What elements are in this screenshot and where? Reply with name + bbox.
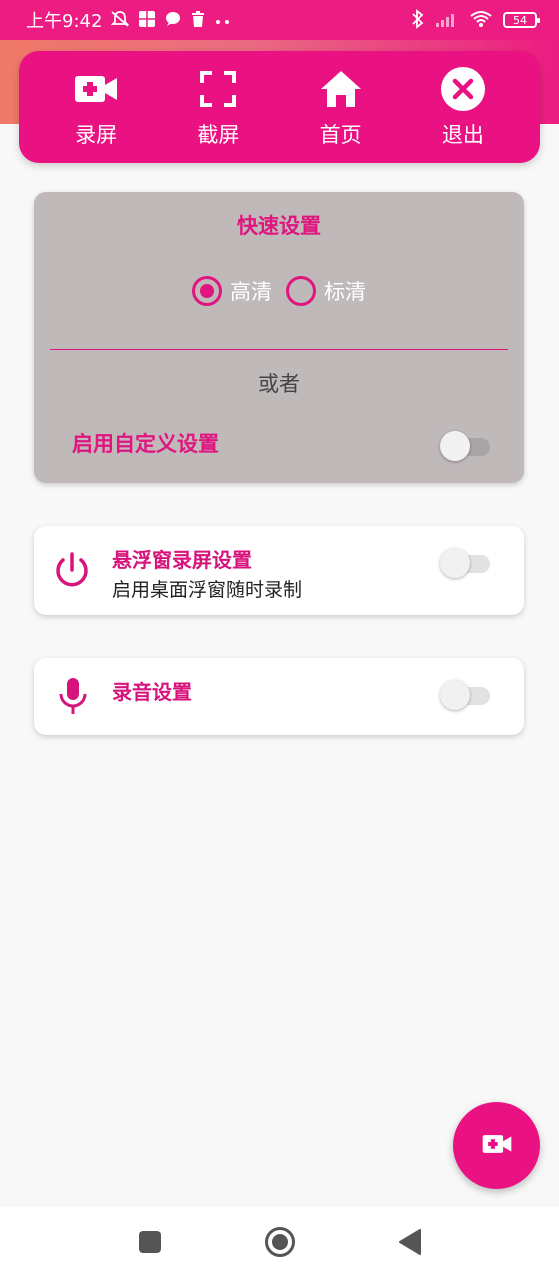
signal-icon [435,10,459,31]
video-add-icon [482,1133,512,1159]
radio-checked-icon [192,276,222,306]
home-circle-icon [264,1226,296,1262]
custom-settings-label: 启用自定义设置 [72,432,219,456]
crop-frame-icon [194,65,242,113]
or-text: 或者 [258,372,300,396]
battery-icon: 54 [503,12,540,28]
home-label: 首页 [319,123,362,147]
system-nav-bar [0,1207,559,1280]
recents-button[interactable] [130,1224,170,1264]
exit-button[interactable]: 退出 [413,65,513,149]
audio-settings-title: 录音设置 [112,680,192,704]
grid-app-icon [138,10,156,31]
record-screen-label: 录屏 [75,123,118,147]
bluetooth-icon [411,8,425,32]
microphone-icon [58,676,88,720]
home-icon [317,65,365,113]
status-bar: 上午9:42 54 [0,0,559,40]
custom-settings-switch[interactable] [440,431,492,461]
battery-level: 54 [513,13,527,27]
quick-settings-title: 快速设置 [237,214,321,238]
wifi-icon [469,10,493,31]
screenshot-label: 截屏 [197,123,240,147]
record-screen-button[interactable]: 录屏 [46,65,146,149]
video-add-icon [72,65,120,113]
screenshot-button[interactable]: 截屏 [168,65,268,149]
status-left: 上午9:42 [26,7,411,33]
close-circle-icon [439,65,487,113]
radio-sd[interactable]: 标清 [286,276,366,306]
status-time: 上午9:42 [26,11,103,32]
status-right: 54 [411,8,540,32]
radio-unchecked-icon [286,276,316,306]
record-fab-button[interactable] [453,1102,540,1189]
audio-settings-switch[interactable] [440,680,492,710]
power-icon [52,550,92,594]
trash-icon [190,10,206,31]
radio-sd-label: 标清 [324,280,366,304]
more-dots-icon [214,12,232,28]
back-button[interactable] [390,1224,430,1264]
float-window-card: 悬浮窗录屏设置 启用桌面浮窗随时录制 [34,526,524,615]
radio-hd[interactable]: 高清 [192,276,272,306]
recents-square-icon [138,1230,162,1258]
float-window-switch[interactable] [440,548,492,578]
chat-icon [164,10,182,31]
exit-label: 退出 [441,123,484,147]
float-window-subtitle: 启用桌面浮窗随时录制 [112,579,303,601]
divider [50,349,508,350]
mute-bell-icon [110,10,130,31]
radio-hd-label: 高清 [230,280,272,304]
home-nav-button[interactable] [260,1224,300,1264]
back-triangle-icon [398,1228,422,1259]
floating-menu: 录屏 截屏 首页 退出 [19,51,540,163]
quality-radio-group: 高清 标清 [34,276,524,306]
float-window-title: 悬浮窗录屏设置 [112,548,252,572]
audio-settings-card: 录音设置 [34,658,524,735]
quick-settings-card: 快速设置 高清 标清 或者 启用自定义设置 [34,192,524,483]
home-button[interactable]: 首页 [291,65,391,149]
